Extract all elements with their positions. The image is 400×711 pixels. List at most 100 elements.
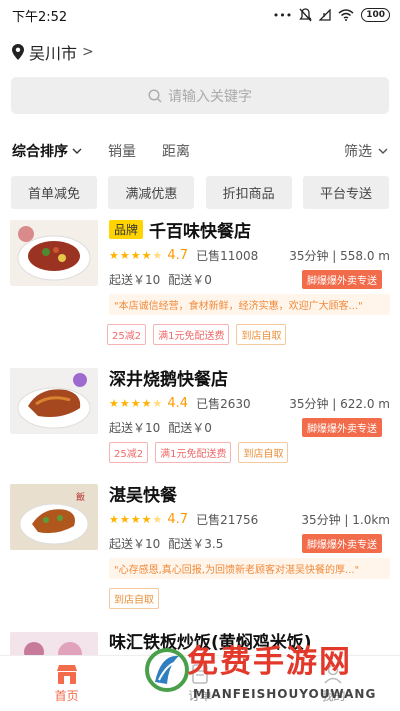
min-order: 起送￥10 <box>109 272 161 287</box>
delivery-badge: 脚爆爆外卖专送 <box>302 417 382 437</box>
star-icon: ★ <box>141 248 152 262</box>
quick-tag-discount-goods[interactable]: 折扣商品 <box>205 176 292 209</box>
half-star-icon: ★ <box>152 248 163 262</box>
sort-bar: 综合排序 销量 距离 筛选 <box>0 138 400 164</box>
star-icon: ★ <box>119 248 130 262</box>
brand-badge: 品牌 <box>109 219 144 239</box>
status-time: 下午2:52 <box>12 9 68 25</box>
nav-profile-label: 我的 <box>321 689 346 703</box>
nav-home-label: 首页 <box>54 689 79 703</box>
sort-comprehensive[interactable]: 综合排序 <box>12 141 82 161</box>
sort-comprehensive-label: 综合排序 <box>12 144 68 160</box>
delivery-badge: 脚爆爆外卖专送 <box>302 533 382 553</box>
status-icons: ••• 100 <box>273 8 390 22</box>
delivery-time-distance: 35分钟 | 558.0 m <box>289 248 390 263</box>
store-icon <box>56 665 77 684</box>
min-order: 起送￥10 <box>109 536 161 551</box>
svg-text:飯: 飯 <box>76 491 85 503</box>
delivery-time-distance: 35分钟 | 622.0 m <box>289 396 390 411</box>
store-name: 湛吴快餐 <box>109 485 177 506</box>
order-list-icon <box>192 664 208 684</box>
store-card[interactable]: 飯 湛吴快餐 ★ ★ ★ ★ ★ 4.7 已售21756 35分钟 | 1.0km 起送… <box>0 482 400 617</box>
promo-tag: 满1元免配送费 <box>155 442 232 463</box>
star-icon: ★ <box>130 396 141 410</box>
half-star-icon: ★ <box>152 396 163 410</box>
location-selector[interactable]: 吴川市 > <box>12 40 94 64</box>
search-input[interactable]: 请输入关键字 <box>11 77 389 114</box>
quick-tag-first-order[interactable]: 首单减免 <box>11 176 97 209</box>
store-info: 味汇铁板炒饭(黄焖鸡米饭) <box>109 629 390 653</box>
promo-tag: 到店自取 <box>236 324 287 345</box>
store-info: 湛吴快餐 ★ ★ ★ ★ ★ 4.7 已售21756 35分钟 | 1.0km 起送￥1… <box>109 482 390 609</box>
nav-profile[interactable]: 我的 <box>321 663 345 704</box>
promo-tag: 满1元免配送费 <box>153 324 230 345</box>
store-name: 味汇铁板炒饭(黄焖鸡米饭) <box>109 632 312 653</box>
location-pin-icon <box>12 44 24 60</box>
store-announcement: "心存感恩,真心回报,为回馈新老顾客对湛吴快餐的厚..." <box>109 558 390 579</box>
star-icon: ★ <box>109 248 119 262</box>
quick-tag-platform-delivery[interactable]: 平台专送 <box>302 176 389 209</box>
delivery-fee: 配送￥0 <box>168 420 212 435</box>
rating-value: 4.7 <box>167 511 189 527</box>
sort-distance-label: 距离 <box>162 144 190 160</box>
store-card[interactable]: 品牌 千百味快餐店 ★ ★ ★ ★ ★ 4.7 已售11008 35分钟 | 558.0… <box>0 218 400 353</box>
signal-icon <box>319 9 331 21</box>
store-thumbnail <box>10 368 98 434</box>
sort-distance[interactable]: 距离 <box>162 141 190 161</box>
search-placeholder: 请输入关键字 <box>168 88 252 105</box>
store-thumbnail <box>10 632 98 655</box>
star-icon: ★ <box>130 512 141 526</box>
store-name: 千百味快餐店 <box>149 221 252 242</box>
store-card[interactable]: 味汇铁板炒饭(黄焖鸡米饭) <box>0 628 400 655</box>
store-name: 深井烧鹅快餐店 <box>109 369 228 390</box>
store-info: 品牌 千百味快餐店 ★ ★ ★ ★ ★ 4.7 已售11008 35分钟 | 558.0… <box>107 218 390 345</box>
sold-count: 已售2630 <box>196 396 251 411</box>
mute-bell-icon <box>299 8 313 22</box>
filter-label: 筛选 <box>344 144 372 160</box>
delivery-time-distance: 35分钟 | 1.0km <box>301 512 390 527</box>
delivery-fee: 配送￥0 <box>168 272 212 287</box>
sort-sales[interactable]: 销量 <box>108 141 136 161</box>
promo-tag: 到店自取 <box>238 442 289 463</box>
star-icon: ★ <box>119 396 130 410</box>
rating-value: 4.4 <box>167 395 189 411</box>
store-thumbnail <box>10 220 98 286</box>
promo-tags: 25减2 满1元免配送费 到店自取 <box>109 442 390 463</box>
bottom-nav: 首页 订单 我的 <box>0 655 400 711</box>
promo-tag: 25减2 <box>107 324 147 345</box>
store-card[interactable]: 深井烧鹅快餐店 ★ ★ ★ ★ ★ 4.4 已售2630 35分钟 | 622.0 m … <box>0 366 400 470</box>
filter-button[interactable]: 筛选 <box>344 141 388 161</box>
user-icon <box>324 664 342 684</box>
status-bar: 下午2:52 ••• 100 <box>0 0 400 30</box>
store-announcement: "本店诚信经营，食材新鲜，经济实惠，欢迎广大顾客..." <box>109 294 390 315</box>
nav-orders[interactable]: 订单 <box>188 663 212 704</box>
quick-filter-tags: 首单减免 满减优惠 折扣商品 平台专送 <box>11 176 389 209</box>
more-dots-icon: ••• <box>272 8 293 22</box>
rating-stars: ★ ★ ★ ★ ★ <box>109 513 162 526</box>
quick-tag-discount-offer[interactable]: 满减优惠 <box>108 176 195 209</box>
sold-count: 已售21756 <box>196 512 259 527</box>
rating-stars: ★ ★ ★ ★ ★ <box>109 397 162 410</box>
sold-count: 已售11008 <box>196 248 259 263</box>
nav-orders-label: 订单 <box>187 689 212 703</box>
delivery-fee: 配送￥3.5 <box>168 536 224 551</box>
store-info: 深井烧鹅快餐店 ★ ★ ★ ★ ★ 4.4 已售2630 35分钟 | 622.0 m … <box>109 366 390 463</box>
delivery-badge: 脚爆爆外卖专送 <box>302 269 382 289</box>
min-order: 起送￥10 <box>109 420 161 435</box>
wifi-icon <box>338 9 354 21</box>
battery-icon: 100 <box>361 8 390 22</box>
promo-tag: 25减2 <box>109 442 149 463</box>
location-city: 吴川市 <box>29 44 78 63</box>
sort-sales-label: 销量 <box>108 144 136 160</box>
chevron-down-icon <box>72 148 82 154</box>
nav-home[interactable]: 首页 <box>55 663 79 704</box>
search-icon <box>148 88 162 102</box>
star-icon: ★ <box>130 248 141 262</box>
rating-value: 4.7 <box>167 247 189 263</box>
star-icon: ★ <box>119 512 130 526</box>
promo-tags: 到店自取 <box>109 588 390 609</box>
promo-tags: 25减2 满1元免配送费 到店自取 <box>107 324 390 345</box>
star-icon: ★ <box>109 512 119 526</box>
half-star-icon: ★ <box>152 512 163 526</box>
star-icon: ★ <box>141 512 152 526</box>
